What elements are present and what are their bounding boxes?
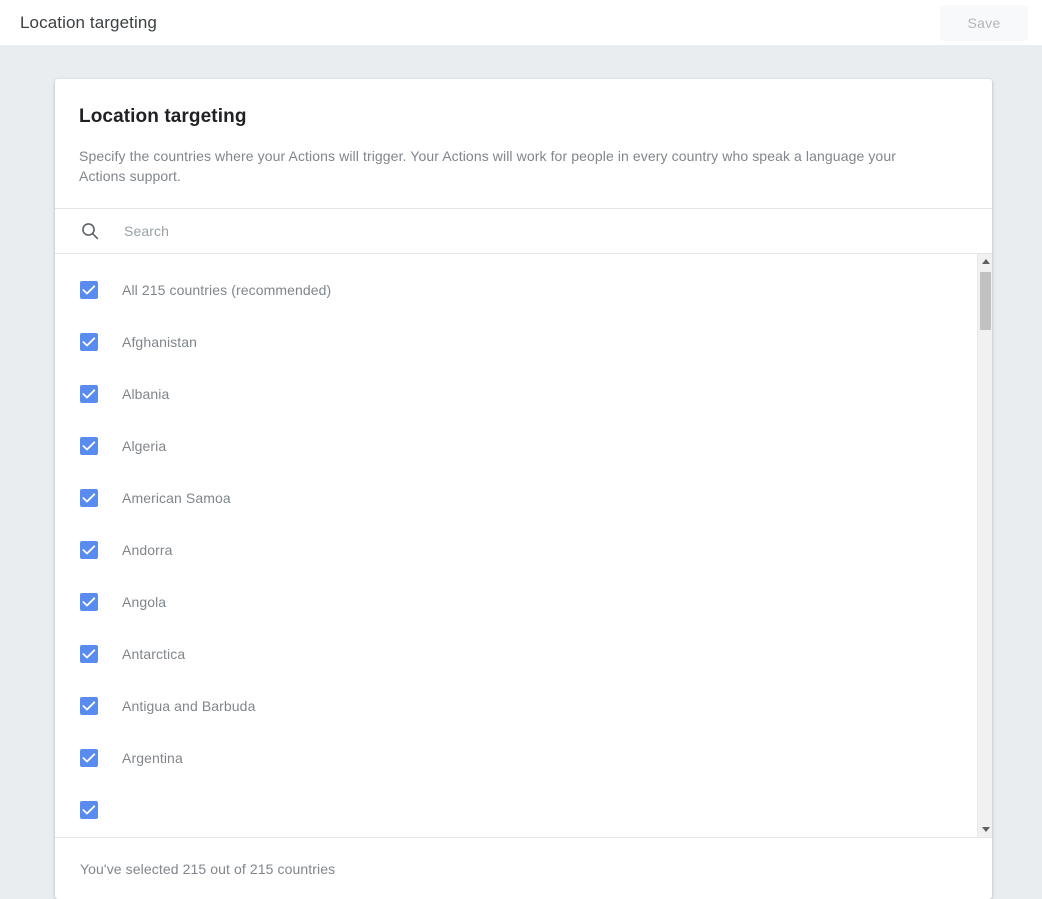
checkbox-checked-icon[interactable] (80, 281, 98, 299)
list-item-label: Argentina (122, 748, 183, 768)
list-item[interactable]: Argentina (55, 732, 977, 784)
checkbox-checked-icon[interactable] (80, 749, 98, 767)
list-item-label: Albania (122, 384, 169, 404)
list-item[interactable]: American Samoa (55, 472, 977, 524)
list-item[interactable]: Afghanistan (55, 316, 977, 368)
list-item[interactable]: Algeria (55, 420, 977, 472)
country-list[interactable]: All 215 countries (recommended) Afghanist… (55, 254, 977, 837)
card-footer: You've selected 215 out of 215 countries (55, 837, 992, 899)
search-bar[interactable] (55, 208, 992, 254)
list-item[interactable]: Andorra (55, 524, 977, 576)
selection-status-text: You've selected 215 out of 215 countries (80, 861, 335, 877)
list-item[interactable]: Antarctica (55, 628, 977, 680)
list-item-label: American Samoa (122, 488, 231, 508)
checkbox-checked-icon[interactable] (80, 593, 98, 611)
list-item-label: Antigua and Barbuda (122, 696, 255, 716)
page-title: Location targeting (20, 12, 157, 34)
checkbox-checked-icon[interactable] (80, 541, 98, 559)
search-icon (80, 221, 100, 241)
checkbox-checked-icon[interactable] (80, 801, 98, 819)
app-bar: Location targeting Save (0, 0, 1042, 45)
card-description: Specify the countries where your Actions… (79, 146, 941, 186)
list-item-label: Algeria (122, 436, 166, 456)
card-title: Location targeting (79, 105, 968, 129)
checkbox-checked-icon[interactable] (80, 437, 98, 455)
search-input[interactable] (122, 222, 622, 240)
checkbox-checked-icon[interactable] (80, 645, 98, 663)
page-body: Location targeting Specify the countries… (0, 45, 1042, 878)
country-list-container: All 215 countries (recommended) Afghanist… (55, 254, 992, 837)
scroll-up-arrow-icon[interactable] (978, 254, 992, 269)
list-item-label: Andorra (122, 540, 173, 560)
save-button[interactable]: Save (940, 5, 1028, 41)
scrollbar-thumb[interactable] (980, 272, 991, 330)
card-header: Location targeting Specify the countries… (55, 79, 992, 208)
list-item[interactable]: Albania (55, 368, 977, 420)
checkbox-checked-icon[interactable] (80, 333, 98, 351)
list-item-label: Afghanistan (122, 332, 197, 352)
checkbox-checked-icon[interactable] (80, 489, 98, 507)
list-item[interactable] (55, 784, 977, 836)
checkbox-checked-icon[interactable] (80, 697, 98, 715)
location-targeting-card: Location targeting Specify the countries… (55, 79, 992, 899)
list-item[interactable]: Angola (55, 576, 977, 628)
scroll-down-arrow-icon[interactable] (978, 822, 992, 837)
list-item-label: All 215 countries (recommended) (122, 280, 331, 300)
checkbox-checked-icon[interactable] (80, 385, 98, 403)
list-item-label: Antarctica (122, 644, 185, 664)
list-item-label: Angola (122, 592, 166, 612)
list-item[interactable]: All 215 countries (recommended) (55, 264, 977, 316)
list-scrollbar[interactable] (977, 254, 992, 837)
list-item[interactable]: Antigua and Barbuda (55, 680, 977, 732)
